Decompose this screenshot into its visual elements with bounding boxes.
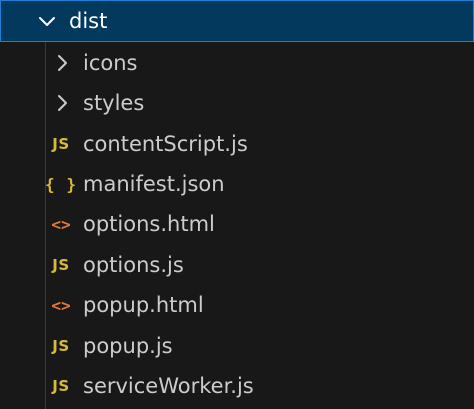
tree-folder-label: icons xyxy=(83,51,138,75)
chevron-right-icon[interactable] xyxy=(52,93,72,113)
tree-file-manifest-json[interactable]: { } manifest.json xyxy=(0,164,474,204)
tree-folder-icons[interactable]: icons xyxy=(0,43,474,83)
tree-file-label: options.html xyxy=(83,212,215,236)
tree-file-popup-js[interactable]: JS popup.js xyxy=(0,326,474,366)
json-file-icon: { } xyxy=(45,174,77,194)
tree-file-options-html[interactable]: <> options.html xyxy=(0,204,474,244)
tree-folder-label: styles xyxy=(83,91,145,115)
tree-folder-dist[interactable]: dist xyxy=(0,0,474,42)
js-file-icon: JS xyxy=(52,135,70,153)
chevron-right-icon[interactable] xyxy=(52,53,72,73)
tree-folder-label: dist xyxy=(69,9,108,33)
js-file-icon: JS xyxy=(52,256,70,274)
html-file-icon: <> xyxy=(51,214,71,234)
chevron-down-icon[interactable] xyxy=(37,11,57,31)
tree-folder-styles[interactable]: styles xyxy=(0,83,474,123)
tree-file-label: manifest.json xyxy=(83,172,225,196)
tree-file-label: contentScript.js xyxy=(83,132,248,156)
js-file-icon: JS xyxy=(52,377,70,395)
file-explorer: dist icons styles JS contentScript.js { … xyxy=(0,0,474,409)
tree-file-label: popup.js xyxy=(83,334,173,358)
tree-file-options-js[interactable]: JS options.js xyxy=(0,245,474,285)
tree-file-label: popup.html xyxy=(83,293,204,317)
tree-file-label: serviceWorker.js xyxy=(83,374,254,398)
tree-file-serviceworker-js[interactable]: JS serviceWorker.js xyxy=(0,366,474,406)
html-file-icon: <> xyxy=(51,295,71,315)
tree-file-contentscript-js[interactable]: JS contentScript.js xyxy=(0,124,474,164)
tree-file-label: options.js xyxy=(83,253,184,277)
js-file-icon: JS xyxy=(52,337,70,355)
tree-file-popup-html[interactable]: <> popup.html xyxy=(0,285,474,325)
